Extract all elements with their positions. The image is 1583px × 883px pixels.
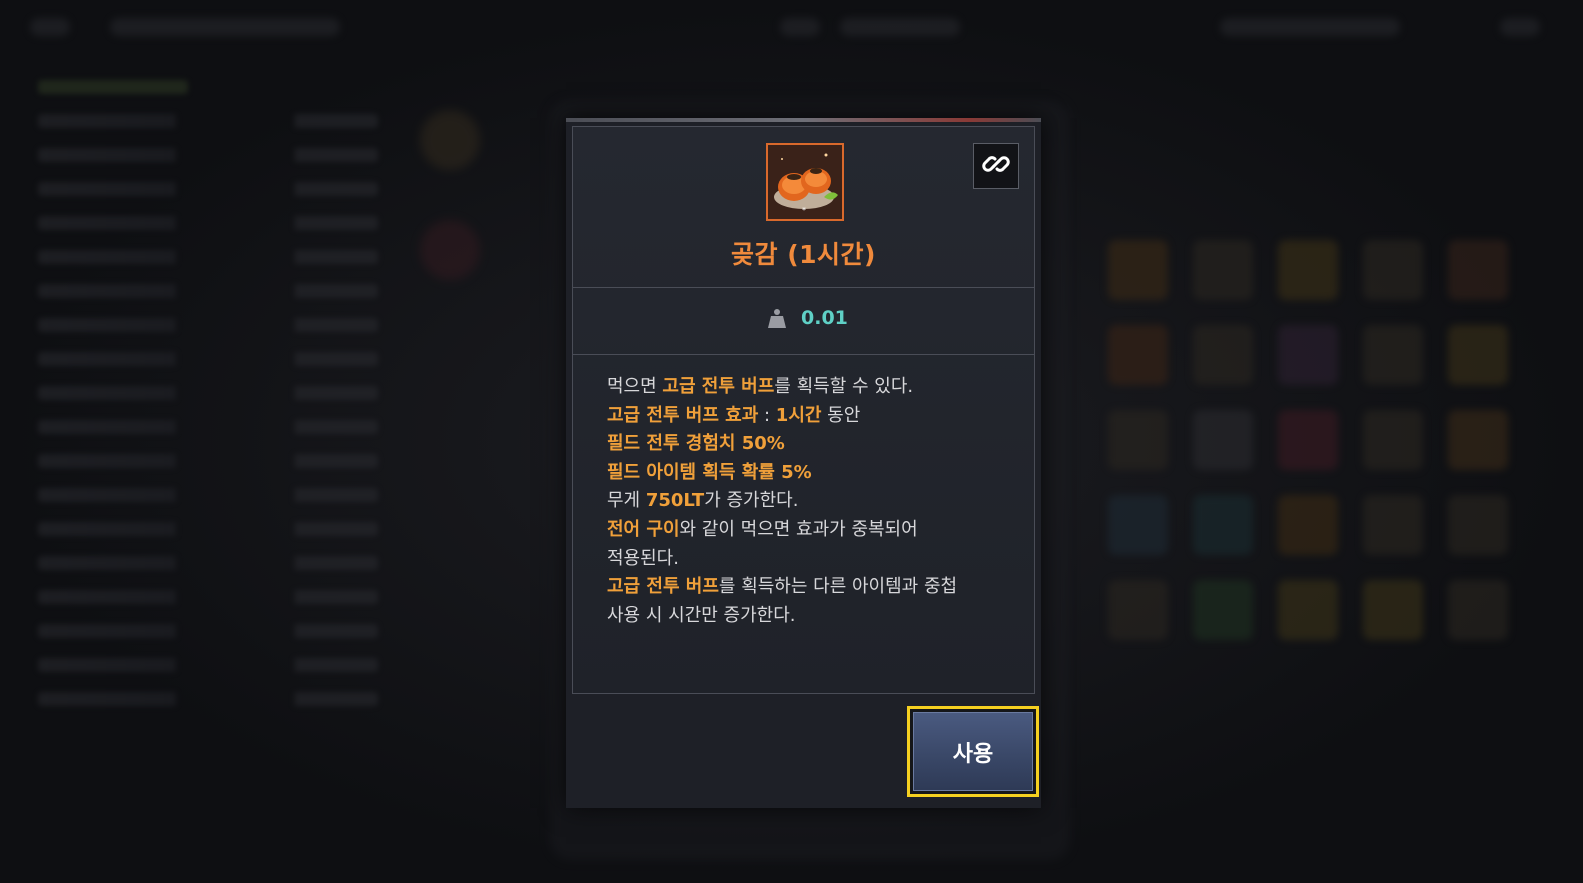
- text-segment: 먹으면: [607, 376, 663, 397]
- description-line: 전어 구이와 같이 먹으면 효과가 중복되어: [607, 516, 1017, 545]
- text-segment: 동안: [821, 404, 861, 426]
- use-button-label[interactable]: 사용: [913, 712, 1033, 791]
- link-button[interactable]: [973, 143, 1019, 189]
- item-header: * 곶감 (1시간): [573, 127, 1034, 288]
- description-line: 필드 아이템 획득 확률 5%: [607, 459, 1017, 488]
- highlight-text: 필드 전투 경험치 50%: [607, 433, 785, 455]
- background-left-panel: [18, 60, 378, 780]
- highlight-text: 전어 구이: [607, 518, 680, 540]
- description-line: 먹으면 고급 전투 버프를 획득할 수 있다.: [607, 373, 1017, 402]
- text-segment: 가 증가한다.: [704, 490, 799, 512]
- description-line: 적용된다.: [607, 547, 679, 569]
- description-line: 필드 전투 경험치 50%: [607, 430, 1017, 459]
- description-line: 사용 시 시간만 증가한다.: [607, 604, 796, 626]
- weight-icon: [768, 308, 786, 328]
- description-line: 무게 750LT가 증가한다.: [607, 487, 1017, 516]
- text-segment: :: [758, 404, 776, 426]
- dialog-top-stripe: [566, 118, 1041, 122]
- item-description: 먹으면 고급 전투 버프를 획득할 수 있다. 고급 전투 버프 효과 : 1시…: [607, 373, 1017, 630]
- text-segment: 를 획득할 수 있다.: [774, 376, 914, 397]
- highlight-text: 고급 전투 버프: [662, 376, 775, 397]
- description-line: 고급 전투 버프 효과 : 1시간 동안: [607, 402, 1017, 431]
- highlight-text: 필드 아이템 획득 확률 5%: [607, 461, 812, 483]
- highlight-text: 고급 전투 버프: [607, 576, 719, 598]
- highlight-text: 1시간: [775, 404, 822, 426]
- item-detail-dialog: * 곶감 (1시간) 0.01 먹으면 고급 전투 버프를 획득할 수 있다. …: [566, 118, 1041, 808]
- description-line: 고급 전투 버프를 획득하는 다른 아이템과 중첩: [607, 573, 1017, 602]
- text-segment: 를 획득하는 다른 아이템과 중첩: [718, 576, 958, 598]
- weight-value: 0.01: [801, 307, 848, 329]
- text-segment: 무게: [607, 490, 646, 512]
- highlight-text: 고급 전투 버프 효과: [607, 404, 759, 426]
- highlight-text: 750LT: [645, 490, 705, 512]
- background-top-bar: [0, 0, 1583, 55]
- item-title: 곶감 (1시간): [731, 240, 876, 269]
- chain-link-icon: [982, 150, 1010, 182]
- text-segment: 와 같이 먹으면 효과가 중복되어: [679, 518, 918, 540]
- use-button[interactable]: 사용: [907, 706, 1039, 797]
- dried-persimmon-icon: *: [766, 143, 844, 221]
- item-info-panel: * 곶감 (1시간) 0.01 먹으면 고급 전투 버프를 획득할 수 있다. …: [572, 126, 1035, 694]
- weight-row: 0.01: [573, 288, 1034, 355]
- game-screen: * 곶감 (1시간) 0.01 먹으면 고급 전투 버프를 획득할 수 있다. …: [0, 0, 1583, 883]
- background-inventory: [1098, 70, 1558, 870]
- svg-text:*: *: [802, 206, 806, 215]
